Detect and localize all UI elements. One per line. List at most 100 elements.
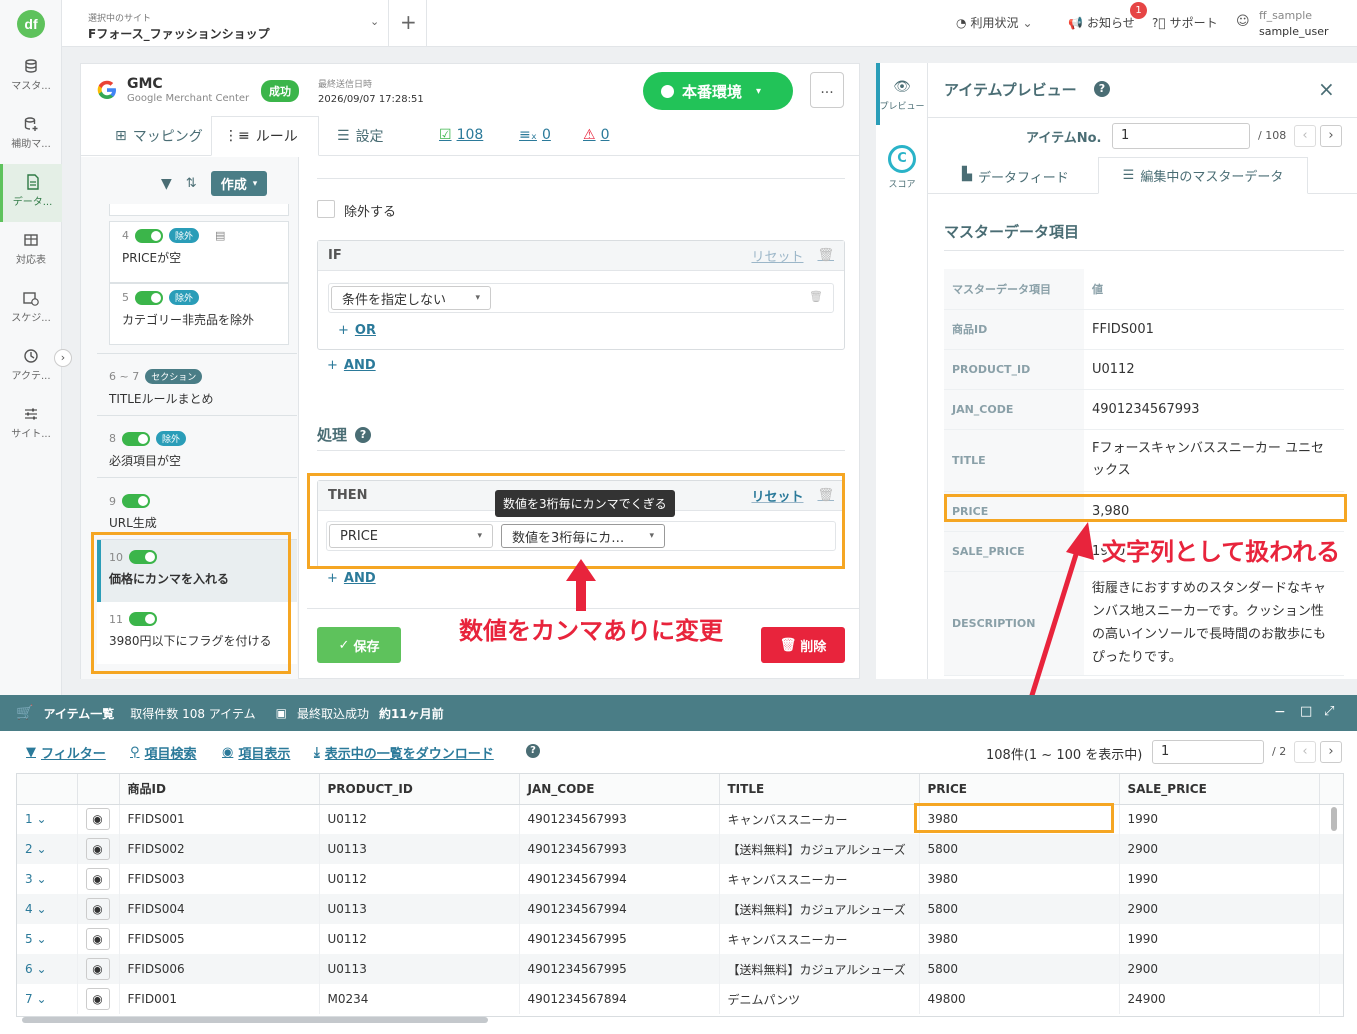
item-count-link[interactable]: ☑ 108 (439, 127, 483, 143)
if-reset-link[interactable]: リセット (751, 246, 803, 265)
grid-cell[interactable]: 5800 (919, 894, 1120, 924)
grid-cell[interactable]: U0112 (319, 924, 520, 954)
eye-icon[interactable]: ◉ (85, 928, 110, 950)
rule-item-5[interactable]: 5 除外 カテゴリー非売品を除外 (109, 283, 289, 345)
add-and-link[interactable]: + AND (327, 358, 376, 373)
grid-cell[interactable]: 【送料無料】カジュアルシューズ (719, 834, 920, 864)
next-item-button[interactable]: › (1320, 125, 1342, 147)
row-number[interactable]: 7 ⌄ (17, 984, 78, 1014)
rule-item-8[interactable]: 8 除外 必須項目が空 (109, 425, 299, 475)
grid-cell[interactable]: 2900 (1119, 834, 1320, 864)
nav-item-master[interactable]: マスタ... (0, 58, 62, 116)
row-number[interactable]: 3 ⌄ (17, 864, 78, 894)
grid-cell[interactable]: キャンバススニーカー (719, 804, 920, 834)
grid-cell[interactable]: キャンバススニーカー (719, 864, 920, 894)
notice-menu[interactable]: 📢 お知らせ (1068, 14, 1135, 31)
nav-item-site[interactable]: サイト... (0, 406, 62, 464)
grid-cell[interactable]: 5800 (919, 954, 1120, 984)
grid-cell[interactable]: 1990 (1119, 864, 1320, 894)
grid-cell[interactable]: U0113 (319, 834, 520, 864)
create-button[interactable]: 作成 ▾ (210, 171, 268, 196)
column-header[interactable]: SALE_PRICE (1119, 774, 1320, 805)
eye-icon[interactable]: ◉ (85, 808, 110, 831)
fullscreen-icon[interactable]: ⤢ (1324, 704, 1334, 719)
horizontal-scrollbar[interactable] (22, 1017, 488, 1023)
page-input[interactable]: 1 (1152, 740, 1264, 764)
grid-cell[interactable]: U0113 (319, 894, 520, 924)
grid-cell[interactable]: 【送料無料】カジュアルシューズ (719, 954, 920, 984)
tab-data-feed[interactable]: ▙ データフィード (962, 167, 1069, 186)
grid-cell[interactable]: 49800 (919, 984, 1120, 1014)
row-number[interactable]: 2 ⌄ (17, 834, 78, 864)
row-number[interactable]: 6 ⌄ (17, 954, 78, 984)
grid-cell[interactable]: FFIDS006 (119, 954, 320, 984)
column-header[interactable]: PRODUCT_ID (319, 774, 520, 805)
exclude-checkbox[interactable] (317, 200, 335, 218)
nav-item-data[interactable]: データ... (0, 164, 62, 222)
rule-toggle[interactable] (135, 228, 163, 243)
filter-icon[interactable]: ▼ (161, 176, 172, 192)
nav-item-activity[interactable]: アクテ... (0, 348, 62, 406)
download-link[interactable]: ⤓ 表示中の一覧をダウンロード (314, 743, 494, 762)
prev-item-button[interactable]: ‹ (1294, 125, 1316, 147)
grid-cell[interactable]: 4901234567995 (519, 954, 720, 984)
grid-cell[interactable]: U0112 (319, 864, 520, 894)
grid-cell[interactable]: FFIDS001 (119, 804, 320, 834)
grid-cell[interactable]: 4901234567994 (519, 864, 720, 894)
sort-icon[interactable]: ⇅ (186, 176, 197, 191)
prev-page-button[interactable]: ‹ (1294, 741, 1316, 763)
comment-icon[interactable]: ▤ (215, 229, 225, 242)
help-icon[interactable]: ? (1094, 81, 1110, 97)
rule-item-6-7[interactable]: 6 ~ 7 セクション TITLEルールまとめ (109, 363, 299, 413)
eye-icon[interactable]: 👁 (876, 79, 928, 95)
grid-cell[interactable]: 2900 (1119, 954, 1320, 984)
grid-cell[interactable]: 4901234567994 (519, 894, 720, 924)
table-row[interactable]: 7 ⌄ ◉ FFID001 M0234 4901234567894 デニムパンツ 49800… (17, 984, 1343, 1014)
grid-cell[interactable]: 4901234567993 (519, 804, 720, 834)
row-number[interactable]: 5 ⌄ (17, 924, 78, 954)
grid-cell[interactable]: 3980 (919, 864, 1120, 894)
minimize-icon[interactable]: − (1274, 704, 1286, 720)
tab-master-data[interactable]: ☰ 編集中のマスターデータ (1098, 157, 1308, 194)
tab-rule[interactable]: ⋮≡ ルール (211, 116, 319, 156)
close-icon[interactable]: × (1318, 77, 1335, 101)
table-row[interactable]: 1 ⌄ ◉ FFIDS001 U0112 4901234567993 キャンバススニーカー… (17, 804, 1343, 834)
save-button[interactable]: ✓ 保存 (317, 627, 401, 663)
trash-icon[interactable]: 🗑 (817, 248, 834, 263)
column-header[interactable]: TITLE (719, 774, 920, 805)
tab-settings[interactable]: ☰ 設定 (325, 116, 396, 156)
eye-icon[interactable]: ◉ (85, 868, 110, 890)
site-name[interactable]: Fフォース_ファッションショップ (88, 25, 270, 42)
table-row[interactable]: 3 ⌄ ◉ FFIDS003 U0112 4901234567994 キャンバススニーカー… (17, 864, 1343, 894)
eye-icon[interactable]: ◉ (85, 988, 110, 1010)
rule-item-4[interactable]: 4 除外 ▤ PRICEが空 (109, 221, 289, 283)
grid-cell[interactable]: FFIDS005 (119, 924, 320, 954)
rule-toggle[interactable] (122, 431, 150, 446)
condition-select[interactable]: 条件を指定しない ▾ (331, 286, 491, 310)
field-display-link[interactable]: ◉ 項目表示 (222, 743, 290, 762)
add-or-link[interactable]: + OR (338, 323, 844, 338)
user-name[interactable]: sample_user (1259, 25, 1329, 38)
row-number[interactable]: 1 ⌄ (17, 804, 78, 834)
grid-cell[interactable]: FFIDS002 (119, 834, 320, 864)
column-header[interactable]: 商品ID (119, 774, 320, 805)
table-row[interactable]: 2 ⌄ ◉ FFIDS002 U0113 4901234567993 【送料無料】カジュア… (17, 834, 1343, 864)
grid-cell[interactable]: 5800 (919, 834, 1120, 864)
vertical-scrollbar[interactable] (1331, 807, 1337, 831)
error-count-link[interactable]: ⚠ 0 (583, 127, 609, 143)
item-no-input[interactable]: 1 (1112, 123, 1250, 149)
grid-cell[interactable]: M0234 (319, 984, 520, 1014)
help-icon[interactable]: ? (355, 426, 372, 443)
grid-cell[interactable]: 2900 (1119, 894, 1320, 924)
score-icon[interactable]: C (888, 145, 916, 173)
help-icon[interactable]: ? (526, 744, 540, 758)
table-row[interactable]: 6 ⌄ ◉ FFIDS006 U0113 4901234567995 【送料無料】カジュア… (17, 954, 1343, 984)
field-search-link[interactable]: ⚲ 項目検索 (130, 743, 197, 762)
grid-cell[interactable]: FFID001 (119, 984, 320, 1014)
grid-cell[interactable]: 1990 (1119, 804, 1320, 834)
environment-select[interactable]: 本番環境 ▾ (643, 72, 793, 110)
grid-cell[interactable]: FFIDS004 (119, 894, 320, 924)
support-menu[interactable]: ?⃝ サポート (1152, 14, 1218, 31)
delete-button[interactable]: 🗑 削除 (761, 627, 845, 663)
add-and-link[interactable]: + AND (327, 571, 376, 586)
